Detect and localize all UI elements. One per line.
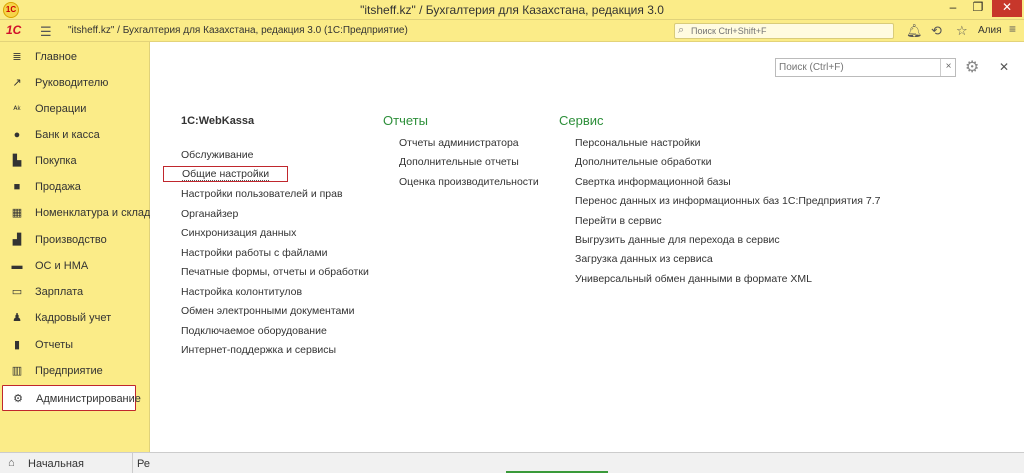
close-panel-icon[interactable]: ✕ [999,60,1009,74]
settings-gear-icon[interactable]: ⚙ [965,57,979,77]
sidebar-item-production[interactable]: ▟ Производство [0,227,149,253]
link-headers-footers[interactable]: Настройка колонтитулов [181,286,302,298]
link-organizer[interactable]: Органайзер [181,208,238,220]
sidebar-item-label: Номенклатура и склад [35,207,151,219]
sidebar-item-hr[interactable]: ♟ Кадровый учет [0,305,149,331]
sidebar-item-sales[interactable]: ■ Продажа [0,174,149,200]
cart-icon: ▙ [12,155,22,167]
bell-icon[interactable]: 🔔︎ [906,23,923,39]
tab-home[interactable]: ⌂ Начальная страница [0,453,133,473]
window-title-bar: 1С "itsheff.kz" / Бухгалтерия для Казахс… [0,0,1024,20]
link-go-to-service[interactable]: Перейти в сервис [575,215,662,227]
1c-logo: 1С [6,23,22,37]
link-performance[interactable]: Оценка производительности [399,176,539,188]
link-xml-exchange[interactable]: Универсальный обмен данными в формате XM… [575,273,812,285]
section-search[interactable] [775,58,956,77]
tab-next[interactable]: Ре [137,458,151,470]
sidebar-item-salary[interactable]: ▭ Зарплата [0,279,149,305]
money-icon: ▭ [11,286,23,298]
sidebar-item-enterprise[interactable]: ▥ Предприятие [0,358,149,384]
link-print-forms[interactable]: Печатные формы, отчеты и обработки [181,266,369,278]
global-search-input[interactable] [691,25,891,37]
sidebar-item-administration[interactable]: ⚙ Администрирование [2,385,141,411]
sidebar-item-main[interactable]: ≣ Главное [0,44,149,70]
sidebar-item-label: Покупка [35,155,77,167]
global-search[interactable]: ⌕ [674,23,894,39]
bank-icon: ● [13,129,21,141]
home-icon: ⌂ [8,457,15,469]
sidebar-item-warehouse[interactable]: ▦ Номенклатура и склад [0,200,151,226]
user-name[interactable]: Алия [978,25,1002,36]
chart-icon: ▮ [13,339,21,351]
sidebar-item-label: Предприятие [35,365,103,377]
sidebar-item-manager[interactable]: ↗ Руководителю [0,70,149,96]
window-title: "itsheff.kz" / Бухгалтерия для Казахстан… [360,3,664,17]
link-edi[interactable]: Обмен электронными документами [181,305,354,317]
sidebar-item-label: Производство [35,234,107,246]
operations-icon: ᴬᵏ [13,104,21,114]
maximize-button[interactable]: ❐ [967,0,989,17]
link-data-sync[interactable]: Синхронизация данных [181,227,296,239]
history-icon[interactable]: ⟲ [931,23,942,39]
column-header-webkassa: 1С:WebKassa [181,115,255,127]
sidebar-item-label: Отчеты [35,339,74,351]
sidebar: ≣ Главное ↗ Руководителю ᴬᵏ Операции ● Б… [0,42,150,452]
main-menu-icon[interactable]: ☰ [40,24,52,40]
tab-home-label: Начальная страница [28,458,84,473]
link-export-to-service[interactable]: Выгрузить данные для перехода в сервис [575,234,780,246]
search-icon: ⌕ [678,24,685,36]
sidebar-item-label: Администрирование [36,393,141,405]
link-users-rights[interactable]: Настройки пользователей и прав [181,188,343,200]
star-icon[interactable]: ☆ [956,23,968,39]
building-icon: ▥ [11,365,23,377]
sidebar-item-label: ОС и НМА [35,260,89,272]
sidebar-item-label: Продажа [35,181,81,193]
gear-icon: ⚙ [13,393,23,405]
column-header-reports: Отчеты [383,113,428,128]
settings-menu-icon[interactable]: ≡ [1009,22,1016,36]
link-equipment[interactable]: Подключаемое оборудование [181,325,327,337]
link-transfer-77[interactable]: Перенос данных из информационных баз 1С:… [575,195,880,207]
link-general-settings[interactable]: Общие настройки [163,166,289,182]
sidebar-item-label: Руководителю [35,77,109,89]
minimize-button[interactable]: – [942,0,964,17]
sidebar-item-operations[interactable]: ᴬᵏ Операции [0,96,149,122]
sidebar-item-bank[interactable]: ● Банк и касса [0,122,149,148]
app-toolbar: 1С ☰ "itsheff.kz" / Бухгалтерия для Каза… [0,20,1024,42]
people-icon: ♟ [12,312,22,324]
link-file-settings[interactable]: Настройки работы с файлами [181,247,328,259]
sidebar-item-label: Банк и касса [35,129,100,141]
sidebar-item-reports[interactable]: ▮ Отчеты [0,332,149,358]
sidebar-item-label: Зарплата [35,286,84,298]
main-panel: × ⚙ ✕ 1С:WebKassa Обслуживание Общие нас… [150,42,1024,452]
trend-icon: ↗ [12,77,22,89]
list-icon: ≣ [12,51,22,63]
warehouse-icon: ▦ [11,207,23,219]
link-label: Общие настройки [182,168,270,181]
link-admin-reports[interactable]: Отчеты администратора [399,137,519,149]
app-title: "itsheff.kz" / Бухгалтерия для Казахстан… [68,25,408,36]
link-db-collapse[interactable]: Свертка информационной базы [575,176,731,188]
link-internet-support[interactable]: Интернет-поддержка и сервисы [181,344,336,356]
column-header-service: Сервис [559,113,604,128]
sidebar-item-label: Главное [35,51,78,63]
sidebar-item-label: Операции [35,103,87,115]
clear-search-icon[interactable]: × [940,59,956,76]
sidebar-item-label: Кадровый учет [35,312,112,324]
open-windows-bar: ⌂ Начальная страница Ре [0,452,1024,473]
link-additional-processing[interactable]: Дополнительные обработки [575,156,711,168]
sidebar-item-purchase[interactable]: ▙ Покупка [0,148,149,174]
link-maintenance[interactable]: Обслуживание [181,149,254,161]
truck-icon: ▬ [11,260,23,272]
link-import-from-service[interactable]: Загрузка данных из сервиса [575,253,713,265]
section-search-input[interactable] [779,61,937,74]
factory-icon: ▟ [12,234,22,246]
link-additional-reports[interactable]: Дополнительные отчеты [399,156,519,168]
close-window-button[interactable]: ✕ [992,0,1022,17]
bag-icon: ■ [13,181,21,193]
sidebar-item-assets[interactable]: ▬ ОС и НМА [0,253,149,279]
link-personal-settings[interactable]: Персональные настройки [575,137,700,149]
